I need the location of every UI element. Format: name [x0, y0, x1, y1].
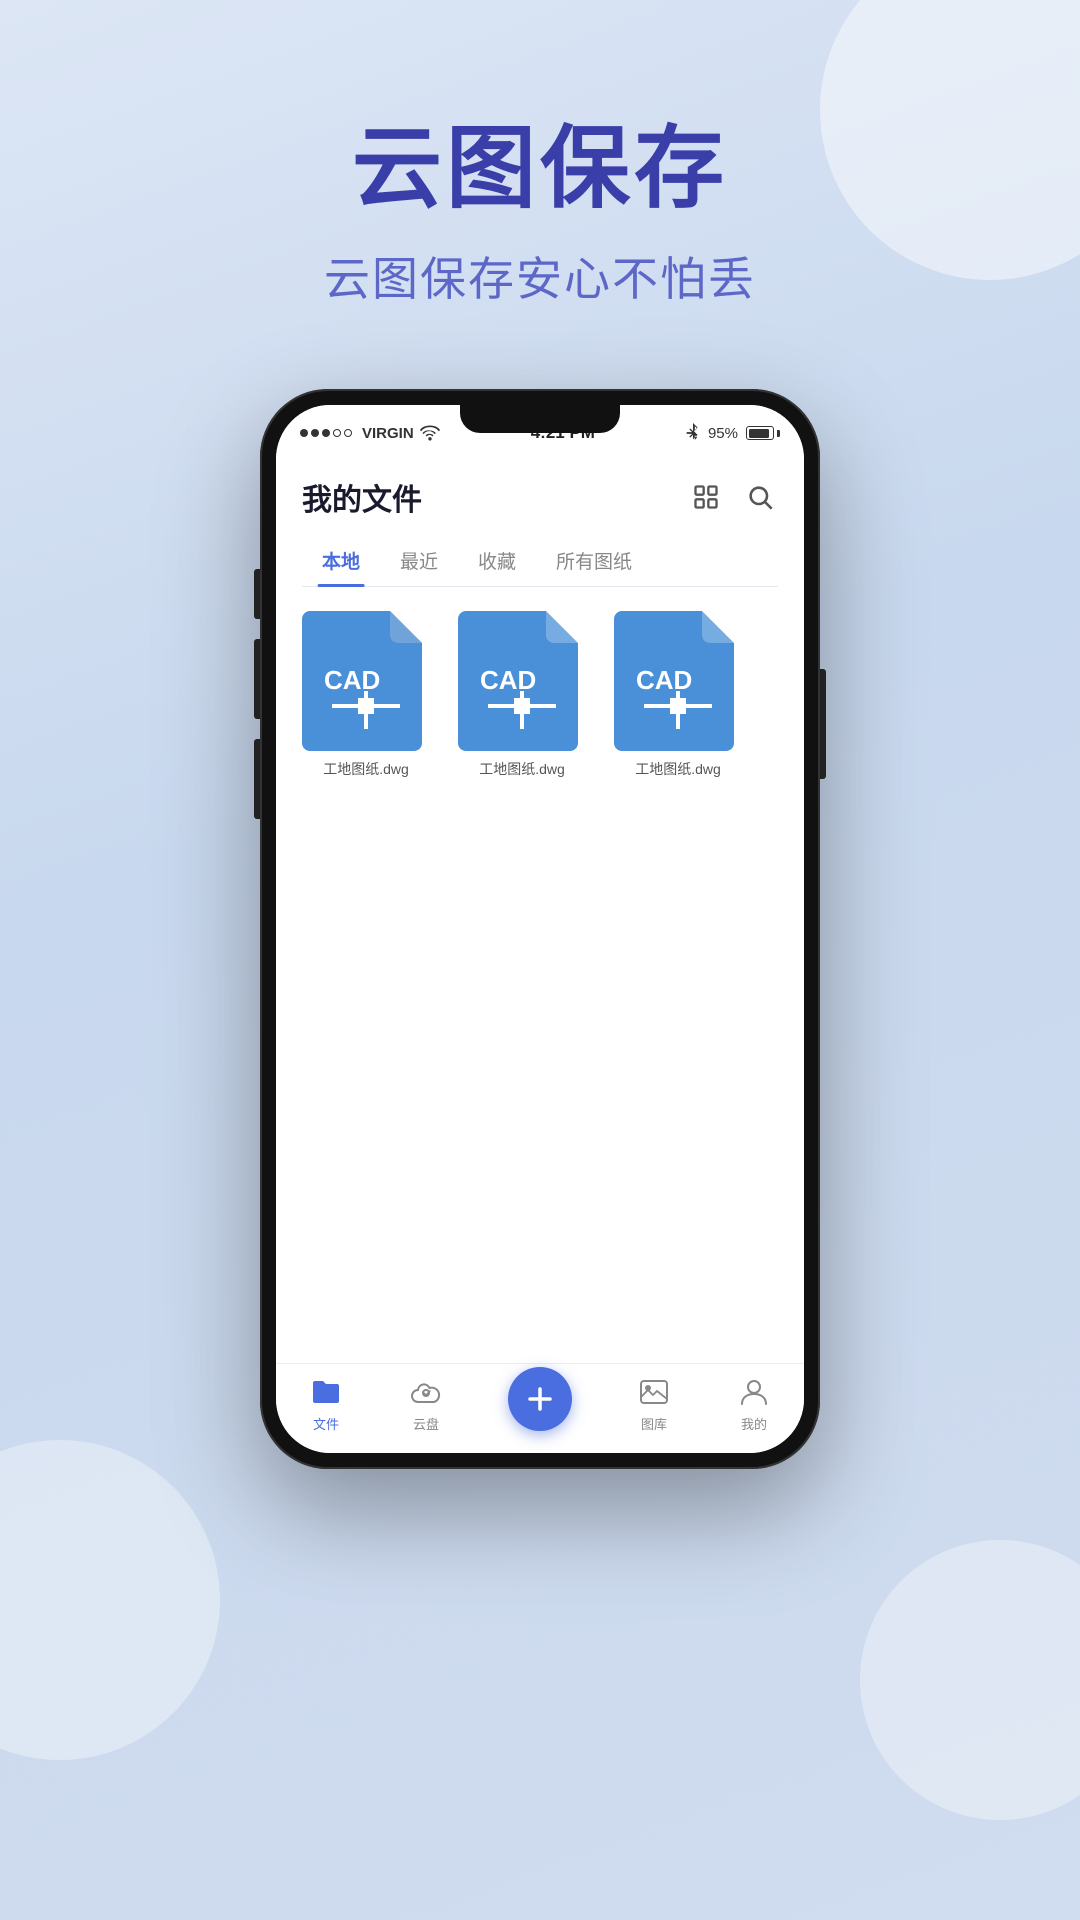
header-icons: [688, 479, 778, 515]
phone-notch: [460, 405, 620, 433]
file-name: 工地图纸.dwg: [635, 759, 721, 779]
nav-label-gallery: 图库: [641, 1414, 667, 1433]
gallery-icon: [636, 1374, 672, 1410]
add-button[interactable]: [508, 1367, 572, 1431]
search-button[interactable]: [742, 479, 778, 515]
file-name: 工地图纸.dwg: [479, 759, 565, 779]
tab-recent[interactable]: 最近: [380, 537, 458, 586]
folder-icon: [308, 1374, 344, 1410]
carrier-text: VIRGIN: [362, 425, 414, 442]
list-item[interactable]: CAD 工地图纸.dwg: [608, 611, 748, 779]
signal-dots: [300, 429, 352, 437]
file-name: 工地图纸.dwg: [323, 759, 409, 779]
nav-label-profile: 我的: [741, 1414, 767, 1433]
bg-blob-top-right: [820, 0, 1080, 280]
app-title: 我的文件: [302, 475, 422, 519]
cad-file-icon: CAD: [614, 611, 742, 751]
cad-file-icon: CAD: [302, 611, 430, 751]
app-title-row: 我的文件: [302, 475, 778, 519]
nav-item-profile[interactable]: 我的: [736, 1374, 772, 1433]
user-icon: [736, 1374, 772, 1410]
list-item[interactable]: CAD 工地图纸.dwg: [452, 611, 592, 779]
nav-label-cloud: 云盘: [413, 1414, 439, 1433]
bg-blob-bottom-right: [860, 1540, 1080, 1820]
battery-indicator: [746, 426, 780, 440]
volume-up-button: [254, 569, 260, 619]
signal-dot-3: [322, 429, 330, 437]
bottom-nav: 文件 云盘: [276, 1363, 804, 1453]
app-header: 我的文件: [276, 457, 804, 587]
signal-dot-1: [300, 429, 308, 437]
cloud-icon: [408, 1374, 444, 1410]
tab-favorites[interactable]: 收藏: [458, 537, 536, 586]
silent-button: [254, 739, 260, 819]
power-button: [820, 669, 826, 779]
hero-title: 云图保存: [324, 120, 756, 219]
grid-view-button[interactable]: [688, 479, 724, 515]
file-grid: CAD 工地图纸.dwg CAD: [296, 611, 784, 779]
tab-all-drawings[interactable]: 所有图纸: [536, 537, 652, 586]
phone-body: VIRGIN 4:21 PM 95%: [260, 389, 820, 1469]
file-area: CAD 工地图纸.dwg CAD: [276, 587, 804, 1363]
status-left: VIRGIN: [300, 425, 440, 442]
nav-item-cloud[interactable]: 云盘: [408, 1374, 444, 1433]
svg-text:CAD: CAD: [324, 665, 380, 695]
nav-item-files[interactable]: 文件: [308, 1374, 344, 1433]
signal-dot-4: [333, 429, 341, 437]
hero-subtitle: 云图保存安心不怕丢: [324, 243, 756, 309]
signal-dot-5: [344, 429, 352, 437]
volume-down-button: [254, 639, 260, 719]
bluetooth-icon: [686, 423, 700, 443]
nav-item-gallery[interactable]: 图库: [636, 1374, 672, 1433]
signal-dot-2: [311, 429, 319, 437]
phone-screen: VIRGIN 4:21 PM 95%: [276, 405, 804, 1453]
svg-text:CAD: CAD: [480, 665, 536, 695]
status-right: 95%: [686, 423, 780, 443]
list-item[interactable]: CAD 工地图纸.dwg: [296, 611, 436, 779]
battery-percent: 95%: [708, 425, 738, 442]
svg-text:CAD: CAD: [636, 665, 692, 695]
hero-section: 云图保存 云图保存安心不怕丢: [324, 120, 756, 309]
nav-label-files: 文件: [313, 1414, 339, 1433]
file-tabs: 本地 最近 收藏 所有图纸: [302, 537, 778, 587]
nav-item-add[interactable]: [508, 1367, 572, 1441]
add-icon: [524, 1383, 556, 1415]
grid-icon: [692, 483, 720, 511]
phone-mockup: VIRGIN 4:21 PM 95%: [260, 389, 820, 1469]
bg-blob-bottom-left: [0, 1440, 220, 1760]
wifi-icon: [420, 425, 440, 441]
cad-file-icon: CAD: [458, 611, 586, 751]
search-icon: [746, 483, 774, 511]
tab-local[interactable]: 本地: [302, 537, 380, 586]
